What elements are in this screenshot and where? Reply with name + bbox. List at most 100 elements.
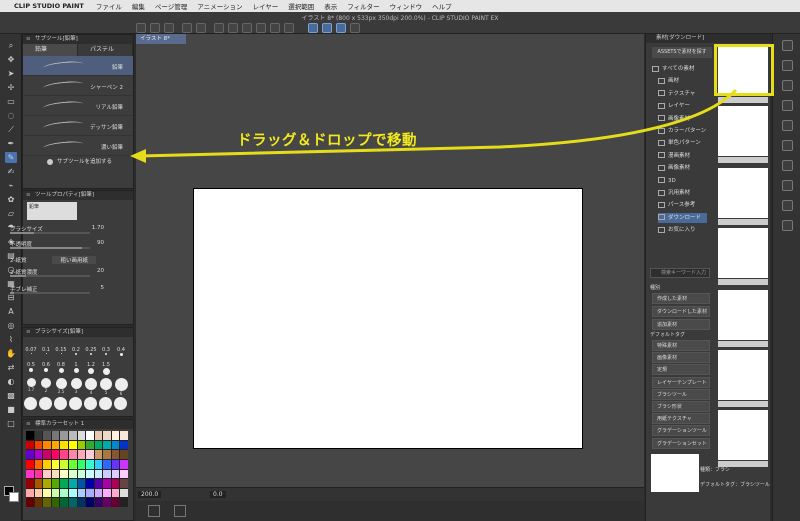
swatch-icon[interactable]: ■ <box>5 404 17 415</box>
canvas-tab[interactable]: イラスト 8* <box>136 34 186 44</box>
color-swatch[interactable] <box>120 440 128 450</box>
color-swatch[interactable] <box>86 479 94 488</box>
menu-page[interactable]: ページ管理 <box>155 1 187 11</box>
color-swatch[interactable] <box>51 479 60 488</box>
brush-size-preset[interactable]: 0.1 <box>39 347 53 354</box>
hand-tool-icon[interactable]: ✋ <box>5 348 17 359</box>
undo-button[interactable] <box>182 23 192 33</box>
color-swatch[interactable] <box>77 488 86 498</box>
snap-special-ruler-button[interactable] <box>322 23 332 33</box>
color-swatch[interactable] <box>120 469 128 479</box>
color-swatch[interactable] <box>34 440 43 450</box>
paper-texture-select[interactable]: 粗い画用紙 <box>52 256 96 264</box>
color-swatch[interactable] <box>60 431 68 440</box>
color-swatch[interactable] <box>51 488 60 498</box>
material-tree-item[interactable]: 画材 <box>658 76 679 86</box>
item-bank-icon[interactable] <box>782 220 793 231</box>
material-thumbnail[interactable] <box>718 410 768 460</box>
color-swatch[interactable] <box>43 479 51 488</box>
brush-size-dot[interactable] <box>99 397 112 410</box>
color-swatch[interactable] <box>120 450 128 459</box>
color-swatch[interactable] <box>86 498 94 507</box>
color-swatch[interactable] <box>120 498 128 507</box>
color-swatch[interactable] <box>103 459 111 469</box>
stabilization-value[interactable]: 5 <box>101 285 105 291</box>
subtool-item[interactable]: 濃い鉛筆 <box>23 136 133 156</box>
color-swatch[interactable] <box>120 479 128 488</box>
color-swatch[interactable] <box>103 488 111 498</box>
brush-size-preset[interactable]: 1 <box>69 362 83 373</box>
color-swatch[interactable] <box>77 440 86 450</box>
material-tree-item[interactable]: ダウンロード <box>658 212 708 223</box>
color-swatch[interactable] <box>34 431 43 440</box>
tab-pastel[interactable]: パステル <box>78 44 133 56</box>
material-tree-item[interactable]: テクスチャ <box>658 89 695 99</box>
material-tree-item[interactable]: 漫画素材 <box>658 151 690 161</box>
color-swatch[interactable] <box>43 450 51 459</box>
color-swatch[interactable] <box>77 479 86 488</box>
color-swatch[interactable] <box>51 450 60 459</box>
color-swatch[interactable] <box>60 488 68 498</box>
paper-texture-row[interactable]: 2-紙質 粗い画用紙 <box>4 254 116 264</box>
history-icon[interactable] <box>782 180 793 191</box>
color-swatch[interactable] <box>94 479 103 488</box>
color-swatch[interactable] <box>43 431 51 440</box>
color-swatch[interactable] <box>86 488 94 498</box>
brush-size-row[interactable]: ブラシサイズ 1.70 <box>4 223 116 234</box>
brush-size-dot[interactable] <box>24 397 37 410</box>
default-tag-button[interactable]: 用紙テクスチャ <box>652 413 710 425</box>
color-swatch[interactable] <box>26 459 34 469</box>
color-swatch[interactable] <box>60 459 68 469</box>
pencil-tool-icon[interactable]: ✎ <box>5 152 17 163</box>
color-swatch[interactable] <box>120 431 128 440</box>
menu-layer[interactable]: レイヤー <box>252 1 278 11</box>
color-swatch[interactable] <box>60 440 68 450</box>
navigator-icon[interactable] <box>782 40 793 51</box>
color-swatch[interactable] <box>94 498 103 507</box>
subtool-item[interactable]: デッサン鉛筆 <box>23 116 133 136</box>
assets-search-button[interactable]: ASSETSで素材を探す <box>652 47 712 58</box>
menu-edit[interactable]: 編集 <box>132 1 145 11</box>
text-tool-icon[interactable]: A <box>5 306 17 317</box>
material-search-input[interactable]: 検索キーワード入力 <box>650 268 710 278</box>
panel-menu-icon[interactable]: ≡ <box>26 328 31 337</box>
default-tag-button[interactable]: レイヤーテンプレート <box>652 376 710 388</box>
material-thumbnail[interactable] <box>718 106 768 156</box>
rotation-value[interactable]: 0.0 <box>210 491 226 498</box>
material-tree-item[interactable]: お気に入り <box>658 225 696 235</box>
color-swatch[interactable] <box>94 450 103 459</box>
material-thumbnail[interactable] <box>718 350 768 400</box>
brush-size-preset[interactable]: 1.5 <box>99 362 113 375</box>
stabilization-row[interactable]: 手ブレ補正 5 <box>4 283 116 294</box>
color-swatch[interactable] <box>103 469 111 479</box>
tag-button[interactable]: 作成した素材 <box>652 293 710 304</box>
color-swatch[interactable] <box>43 459 51 469</box>
color-swatch[interactable] <box>68 459 77 469</box>
color-swatch[interactable] <box>77 498 86 507</box>
navigator-toggle-icon[interactable] <box>148 505 160 517</box>
zoom-value[interactable]: 200.0 <box>138 491 162 498</box>
color-swatch[interactable] <box>68 498 77 507</box>
menu-filter[interactable]: フィルター <box>347 1 379 11</box>
color-swatch[interactable] <box>43 498 51 507</box>
subtool-item[interactable]: シャーペン 2 <box>23 76 133 96</box>
app-name[interactable]: CLIP STUDIO PAINT <box>14 2 84 10</box>
color-swatch[interactable] <box>43 488 51 498</box>
material-tree-item[interactable]: カラーパターン <box>658 126 706 136</box>
color-swatch[interactable] <box>94 469 103 479</box>
save-button[interactable] <box>164 23 174 33</box>
brush-size-preset[interactable]: 0.3 <box>99 347 113 355</box>
color-swatch[interactable] <box>68 488 77 498</box>
material-tree-item[interactable]: 汎用素材 <box>658 188 690 198</box>
opacity-value[interactable]: 90 <box>97 240 104 246</box>
color-swatch[interactable] <box>86 450 94 459</box>
color-swatch[interactable] <box>68 431 77 440</box>
material-tree-item[interactable]: 画像素材 <box>658 114 690 124</box>
color-swatch[interactable] <box>34 459 43 469</box>
color-swatch[interactable] <box>34 479 43 488</box>
brush-size-dot[interactable] <box>84 397 97 410</box>
material-tree-item[interactable]: 画像素材 <box>658 163 690 173</box>
color-swatch[interactable] <box>86 469 94 479</box>
brush-size-preset[interactable]: 4 <box>84 378 98 395</box>
paper-density-value[interactable]: 20 <box>97 268 104 274</box>
